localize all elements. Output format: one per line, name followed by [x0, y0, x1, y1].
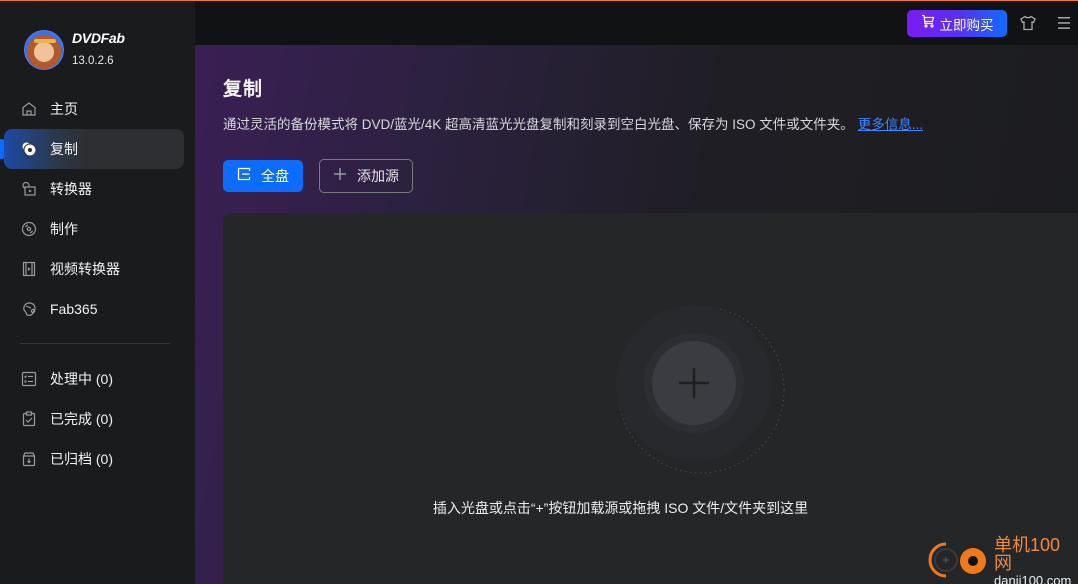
sidebar-item-label: 转换器	[50, 181, 92, 197]
sidebar-item-converter[interactable]: 转换器	[0, 169, 195, 209]
sidebar-item-label: 已完成 (0)	[50, 411, 113, 427]
sidebar-item-label: 处理中 (0)	[50, 371, 113, 387]
app-version: 13.0.2.6	[72, 55, 114, 67]
full-disc-label: 全盘	[261, 168, 289, 184]
full-disc-button[interactable]: 全盘	[223, 160, 303, 192]
home-icon	[21, 101, 37, 117]
task-list-icon	[21, 371, 37, 387]
add-source-circle-button[interactable]	[616, 305, 786, 475]
archive-icon	[21, 451, 37, 467]
main-menu-button[interactable]	[1057, 15, 1071, 31]
main-nav: 主页 复制 转换器 制作 视频转换器 Fab365	[0, 89, 195, 329]
task-queue-nav: 处理中 (0) 已完成 (0) 已归档 (0)	[0, 359, 195, 479]
converter-icon	[21, 181, 37, 197]
watermark-logo-icon	[928, 540, 990, 584]
watermark-cn: 单机100网	[994, 534, 1061, 573]
disc-copy-icon	[21, 141, 37, 157]
page-description: 通过灵活的备份模式将 DVD/蓝光/4K 超高清蓝光光盘复制和刻录到空白光盘、保…	[223, 113, 923, 133]
sidebar: DVDFab 13.0.2.6 主页 复制 转换器 制作 视频转换器 Fab36…	[0, 0, 195, 584]
plus-icon	[333, 167, 347, 186]
film-icon	[21, 261, 37, 277]
sidebar-item-label: 已归档 (0)	[50, 451, 113, 467]
page-title: 复制	[223, 79, 264, 100]
drop-zone[interactable]: 插入光盘或点击“+”按钮加载源或拖拽 ISO 文件/文件夹到这里	[223, 213, 1078, 584]
menu-icon	[1057, 17, 1071, 35]
watermark-en: danji100.com	[994, 572, 1072, 584]
monkey-logo-icon	[24, 30, 64, 70]
app-brand: DVDFab	[72, 30, 125, 46]
window-top-accent	[0, 0, 1078, 1]
tshirt-icon	[1019, 15, 1037, 36]
sidebar-item-processing[interactable]: 处理中 (0)	[0, 359, 195, 399]
fab365-icon	[21, 301, 37, 317]
sidebar-item-video-converter[interactable]: 视频转换器	[0, 249, 195, 289]
skin-button[interactable]	[1019, 14, 1037, 32]
more-info-link[interactable]: 更多信息...	[858, 117, 923, 132]
add-source-label: 添加源	[357, 168, 399, 184]
sidebar-item-label: 复制	[50, 141, 78, 157]
clipboard-check-icon	[21, 411, 37, 427]
add-source-button[interactable]: 添加源	[319, 159, 413, 193]
sidebar-divider	[20, 343, 170, 344]
sidebar-item-label: 主页	[50, 101, 78, 117]
top-bar: 立即购买	[195, 1, 1078, 45]
sidebar-item-label: 视频转换器	[50, 261, 120, 277]
sidebar-item-archived[interactable]: 已归档 (0)	[0, 439, 195, 479]
copy-page: 复制 通过灵活的备份模式将 DVD/蓝光/4K 超高清蓝光光盘复制和刻录到空白光…	[195, 45, 1078, 584]
sidebar-item-copy[interactable]: 复制	[0, 129, 195, 169]
active-indicator	[0, 139, 4, 159]
app-logo: DVDFab 13.0.2.6	[24, 30, 125, 70]
disc-create-icon	[21, 221, 37, 237]
full-disc-icon	[237, 167, 251, 186]
sidebar-item-create[interactable]: 制作	[0, 209, 195, 249]
sidebar-item-label: Fab365	[50, 301, 98, 317]
site-watermark: 单机100网 danji100.com	[928, 536, 1078, 584]
sidebar-item-fab365[interactable]: Fab365	[0, 289, 195, 329]
sidebar-item-label: 制作	[50, 221, 78, 237]
buy-now-button[interactable]: 立即购买	[907, 10, 1007, 37]
drop-hint-text: 插入光盘或点击“+”按钮加载源或拖拽 ISO 文件/文件夹到这里	[432, 500, 809, 516]
sidebar-item-home[interactable]: 主页	[0, 89, 195, 129]
sidebar-item-completed[interactable]: 已完成 (0)	[0, 399, 195, 439]
cart-icon	[921, 14, 935, 33]
description-text: 通过灵活的备份模式将 DVD/蓝光/4K 超高清蓝光光盘复制和刻录到空白光盘、保…	[223, 117, 854, 132]
buy-now-label: 立即购买	[939, 17, 994, 33]
